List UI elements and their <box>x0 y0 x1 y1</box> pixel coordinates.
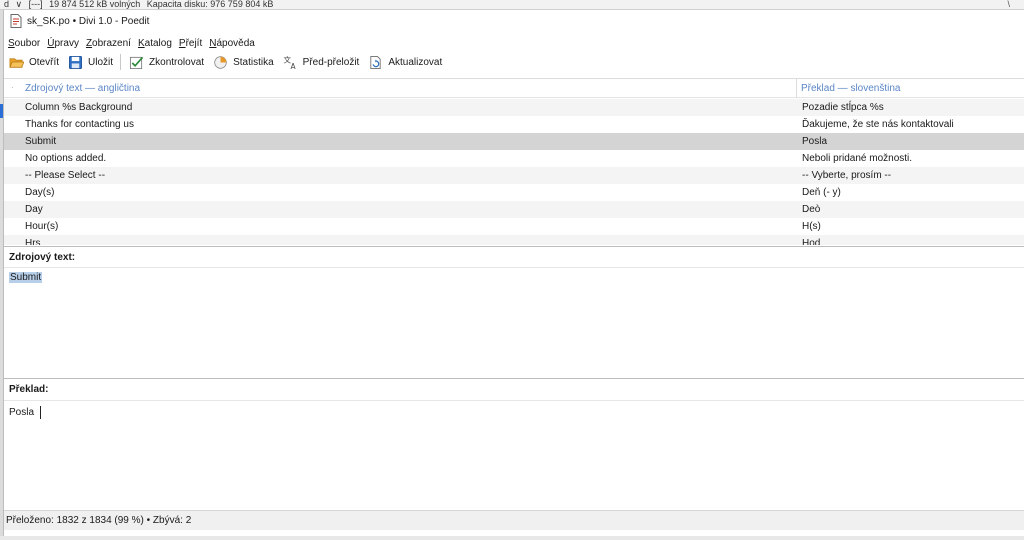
update-label: Aktualizovat <box>388 56 443 68</box>
statistics-label: Statistika <box>233 56 274 68</box>
title-bar[interactable]: sk_SK.po • Divi 1.0 - Poedit <box>4 10 1024 32</box>
translation-list[interactable]: · Zdrojový text — angličtina Překlad — s… <box>4 78 1024 245</box>
menu-katalog[interactable]: Katalog <box>138 38 172 49</box>
checkmark-icon <box>130 56 144 69</box>
validate-button[interactable]: Zkontrolovat <box>129 52 204 72</box>
background-mark: \ <box>1007 0 1010 9</box>
row-translation: Hod <box>802 238 821 245</box>
row-translation: Neboli pridané možnosti. <box>802 153 913 164</box>
row-translation: H(s) <box>802 221 821 232</box>
source-text: Submit <box>9 272 43 283</box>
statistics-button[interactable]: Statistika <box>213 52 274 72</box>
row-translation: Deň (- y) <box>802 187 841 198</box>
row-translation: Pozadie stĺpca %s <box>802 102 884 113</box>
menu-bar: Soubor Úpravy Zobrazení Katalog Přejít N… <box>4 35 262 51</box>
refresh-document-icon <box>370 55 381 69</box>
column-divider[interactable] <box>796 79 797 98</box>
list-header-marker: · <box>11 83 14 92</box>
table-row[interactable]: Hour(s) H(s) <box>4 218 1024 235</box>
column-header-source[interactable]: Zdrojový text — angličtina <box>25 83 140 94</box>
background-window-strip: d ∨ [---] 19 874 512 kB volných Kapacita… <box>0 0 1024 10</box>
bg-strip-item: [---] <box>28 0 43 9</box>
source-text-label: Zdrojový text: <box>4 246 1024 268</box>
table-row[interactable]: Day(s) Deň (- y) <box>4 184 1024 201</box>
open-label: Otevřít <box>29 56 60 68</box>
pie-chart-icon <box>214 55 227 69</box>
table-row[interactable]: -- Please Select -- -- Vyberte, prosím -… <box>4 167 1024 184</box>
translation-text: Posla <box>9 406 35 418</box>
bg-strip-item: Kapacita disku: 976 759 804 kB <box>146 0 274 9</box>
bg-strip-item: d <box>4 0 10 9</box>
table-row[interactable]: Day Deò <box>4 201 1024 218</box>
menu-upravy[interactable]: Úpravy <box>47 38 79 49</box>
translate-icon: 文 A <box>283 55 296 70</box>
bg-strip-item: ∨ <box>15 0 23 9</box>
floppy-disk-icon <box>69 55 82 69</box>
list-header: · Zdrojový text — angličtina Překlad — s… <box>4 79 1024 98</box>
translation-label: Překlad: <box>4 378 1024 401</box>
table-row[interactable]: Column %s Background Pozadie stĺpca %s <box>4 99 1024 116</box>
menu-prejit[interactable]: Přejít <box>179 38 202 49</box>
table-row[interactable]: No options added. Neboli pridané možnost… <box>4 150 1024 167</box>
row-source: Column %s Background <box>25 102 133 113</box>
row-source: -- Please Select -- <box>25 170 106 181</box>
poedit-document-icon <box>10 14 22 28</box>
menu-napoveda[interactable]: Nápověda <box>209 38 255 49</box>
window-title: sk_SK.po • Divi 1.0 - Poedit <box>27 15 150 27</box>
folder-open-icon <box>9 57 24 68</box>
menu-soubor[interactable]: Soubor <box>8 38 40 49</box>
pretranslate-label: Před-přeložit <box>302 56 360 68</box>
svg-text:A: A <box>290 62 296 70</box>
translation-editor[interactable]: Posla <box>9 405 42 419</box>
row-source: Submit <box>25 136 57 147</box>
update-button[interactable]: Aktualizovat <box>368 52 442 72</box>
row-source: Day(s) <box>25 187 55 198</box>
row-translation: -- Vyberte, prosím -- <box>802 170 892 181</box>
row-translation: Posla <box>802 136 828 147</box>
column-header-translation[interactable]: Překlad — slovenština <box>801 83 901 94</box>
row-source: Hour(s) <box>25 221 59 232</box>
row-translation: Ďakujeme, že ste nás kontaktovali <box>802 119 954 130</box>
pretranslate-button[interactable]: 文 A Před-přeložit <box>283 52 360 72</box>
toolbar-separator <box>120 54 122 70</box>
poedit-window: sk_SK.po • Divi 1.0 - Poedit Soubor Úpra… <box>3 10 1024 536</box>
row-translation: Deò <box>802 204 821 215</box>
bg-strip-item: 19 874 512 kB volných <box>49 0 141 9</box>
validate-label: Zkontrolovat <box>149 56 205 68</box>
save-button[interactable]: Uložit <box>68 52 113 72</box>
save-label: Uložit <box>88 56 114 68</box>
table-row-selected[interactable]: Submit Posla <box>4 133 1024 150</box>
text-caret <box>40 405 42 419</box>
source-text-selection: Submit <box>9 272 43 283</box>
status-bar: Přeloženo: 1832 z 1834 (99 %) • Zbývá: 2 <box>4 510 1024 530</box>
row-source: Hrs <box>25 238 41 245</box>
open-button[interactable]: Otevřít <box>9 52 59 72</box>
row-source: Thanks for contacting us <box>25 119 134 130</box>
status-text: Přeloženo: 1832 z 1834 (99 %) • Zbývá: 2 <box>6 515 192 526</box>
window-bottom-edge <box>0 536 1024 540</box>
table-row[interactable]: Hrs Hod <box>4 235 1024 245</box>
table-row[interactable]: Thanks for contacting us Ďakujeme, že st… <box>4 116 1024 133</box>
row-source: No options added. <box>25 153 107 164</box>
row-source: Day <box>25 204 43 215</box>
toolbar: Otevřít Uložit Zkontrolovat Statistika 文… <box>4 52 1024 72</box>
menu-zobrazeni[interactable]: Zobrazení <box>86 38 131 49</box>
